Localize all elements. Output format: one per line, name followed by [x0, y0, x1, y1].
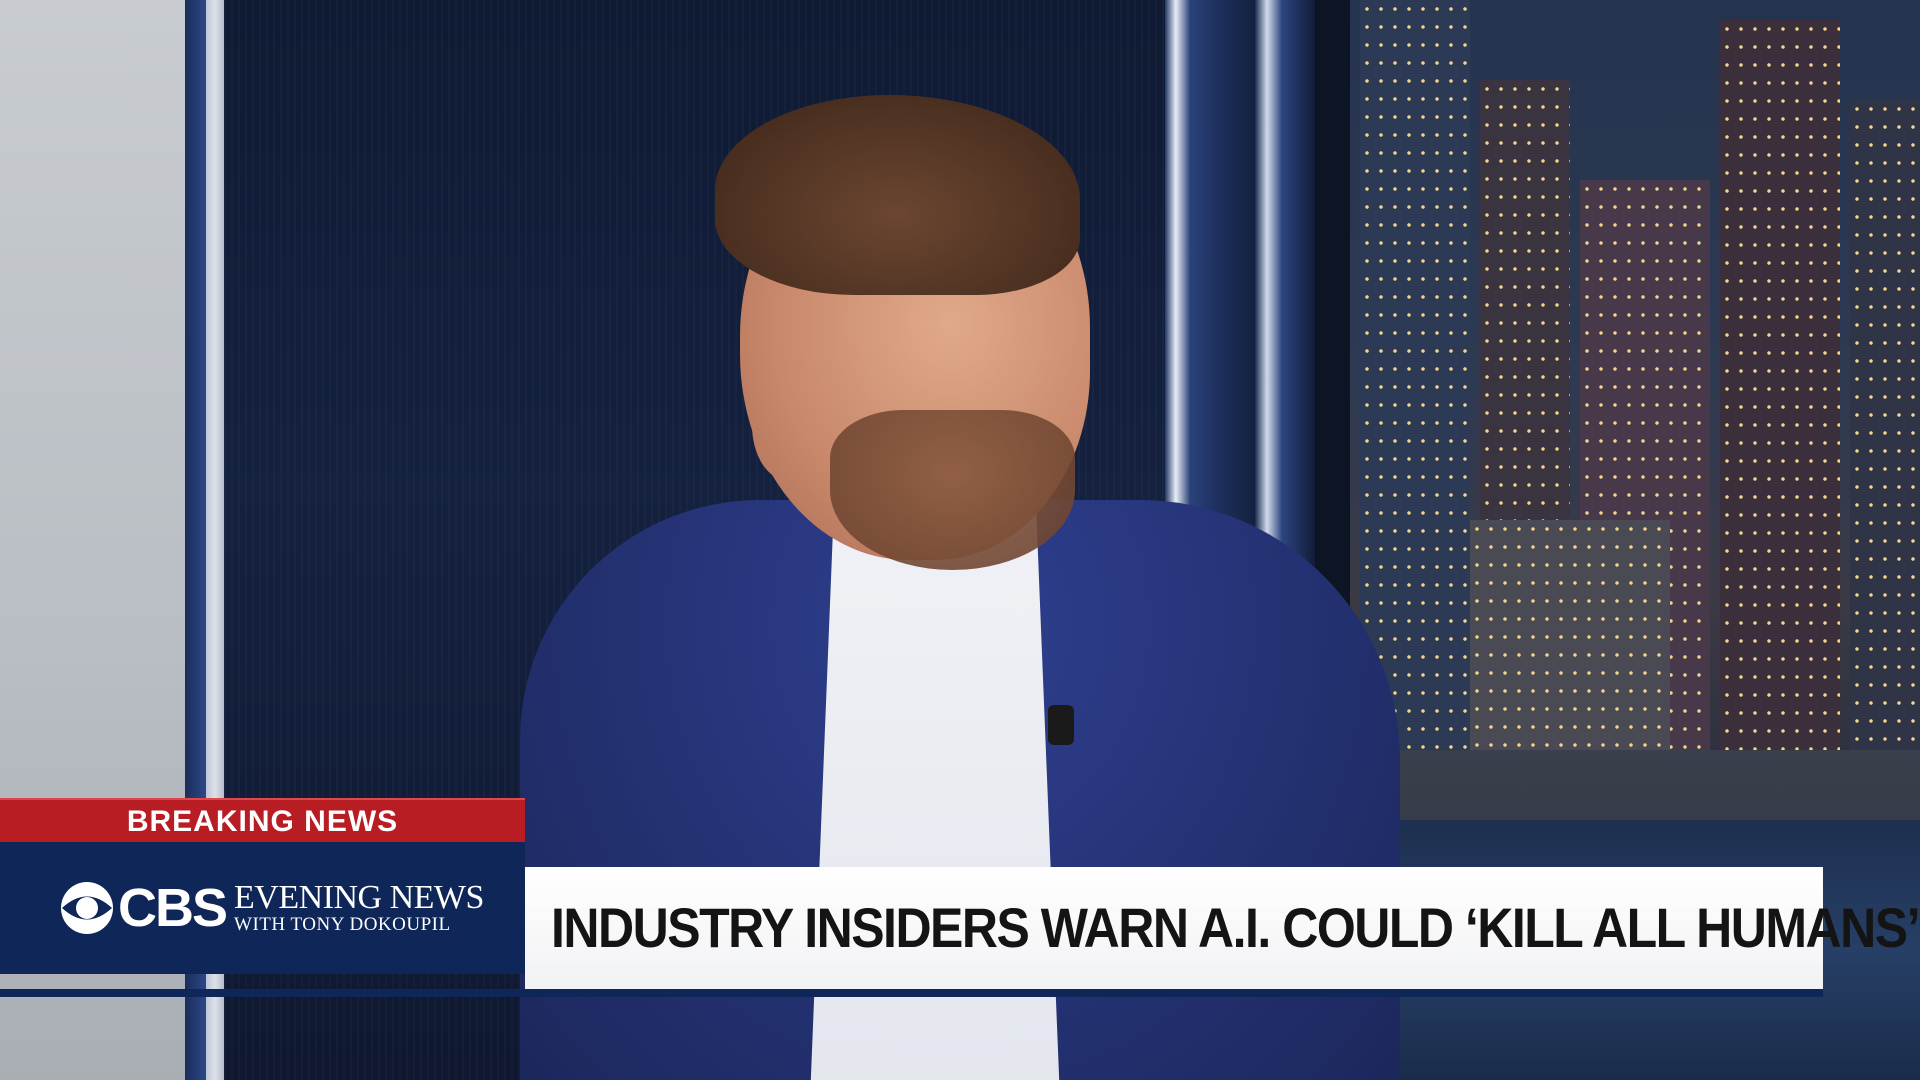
cbs-eye-icon [60, 881, 114, 935]
lapel-microphone [1048, 705, 1074, 745]
guest-beard [830, 410, 1075, 570]
show-host: WITH TONY DOKOUPIL [234, 913, 451, 935]
show-branding: CBS EVENING NEWS WITH TONY DOKOUPIL [0, 842, 525, 974]
headline-text: INDUSTRY INSIDERS WARN A.I. COULD ‘KILL … [551, 896, 1920, 960]
breaking-news-label: BREAKING NEWS [126, 805, 399, 838]
network-name: CBS [118, 878, 228, 938]
show-title-block: EVENING NEWS WITH TONY DOKOUPIL [234, 878, 484, 936]
headline-banner: INDUSTRY INSIDERS WARN A.I. COULD ‘KILL … [525, 867, 1920, 989]
video-frame: BREAKING NEWS CBS EVENING NEWS WITH TONY… [0, 0, 1920, 1080]
lower-third-rule [0, 989, 1823, 997]
show-title: EVENING NEWS [234, 878, 484, 916]
breaking-news-banner: BREAKING NEWS [0, 798, 525, 844]
